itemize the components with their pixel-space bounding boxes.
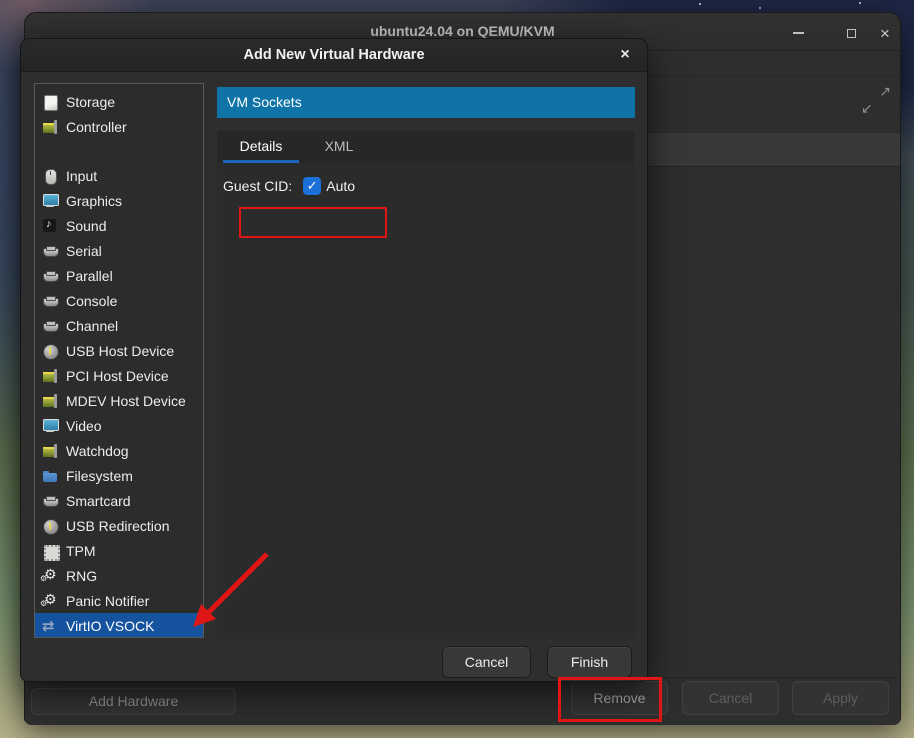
auto-checkbox[interactable]: ✓ <box>303 177 321 195</box>
sidebar-item-filesystem[interactable]: Filesystem <box>35 463 203 488</box>
dialog-title: Add New Virtual Hardware <box>21 47 647 63</box>
pci-card-icon <box>42 119 58 135</box>
dialog-titlebar[interactable]: Add New Virtual Hardware × <box>21 39 647 72</box>
folder-icon <box>42 468 58 484</box>
detail-tabs: Details XML <box>217 131 635 163</box>
sidebar-item-watchdog[interactable]: Watchdog <box>35 438 203 463</box>
gear-icon <box>42 593 58 609</box>
sidebar-item-sound[interactable]: Sound <box>35 213 203 238</box>
sidebar-item-video[interactable]: Video <box>35 413 203 438</box>
pci-card-icon <box>42 443 58 459</box>
sidebar-item-serial[interactable]: Serial <box>35 238 203 263</box>
usb-icon <box>42 343 58 359</box>
expand-sw-icon: ↙ <box>861 100 873 117</box>
fullscreen-toggle-button[interactable]: ↗ ↙ <box>861 85 891 115</box>
sound-card-icon <box>42 218 58 234</box>
maximize-icon <box>847 29 856 38</box>
sidebar-spacer <box>35 139 203 163</box>
minimize-icon <box>793 32 804 34</box>
sidebar-item-parallel[interactable]: Parallel <box>35 263 203 288</box>
monitor-icon <box>42 193 58 209</box>
sidebar-item-controller[interactable]: Controller <box>35 114 203 139</box>
add-hardware-button[interactable]: Add Hardware <box>31 688 236 715</box>
mouse-icon <box>42 168 58 184</box>
sidebar-item-graphics[interactable]: Graphics <box>35 188 203 213</box>
add-hardware-dialog: Add New Virtual Hardware × Storage Contr… <box>20 38 648 682</box>
tab-details[interactable]: Details <box>223 131 299 163</box>
sidebar-item-pci-host-device[interactable]: PCI Host Device <box>35 363 203 388</box>
chip-icon <box>42 543 58 559</box>
gear-icon <box>42 568 58 584</box>
serial-port-icon <box>42 293 58 309</box>
sidebar-item-tpm[interactable]: TPM <box>35 538 203 563</box>
page-title: VM Sockets <box>217 87 635 118</box>
guest-cid-label: Guest CID: <box>223 178 292 194</box>
serial-port-icon <box>42 318 58 334</box>
window-cancel-button[interactable]: Cancel <box>682 681 779 715</box>
pci-card-icon <box>42 393 58 409</box>
sidebar-item-usb-redirection[interactable]: USB Redirection <box>35 513 203 538</box>
dialog-close-button[interactable]: × <box>615 45 635 65</box>
storage-drive-icon <box>42 94 58 110</box>
expand-ne-icon: ↗ <box>879 83 891 100</box>
sidebar-item-storage[interactable]: Storage <box>35 89 203 114</box>
remove-button[interactable]: Remove <box>571 681 668 715</box>
sidebar-item-usb-host-device[interactable]: USB Host Device <box>35 338 203 363</box>
sidebar-item-rng[interactable]: RNG <box>35 563 203 588</box>
hardware-type-list: Storage Controller Input Graphics Sound … <box>34 83 204 638</box>
finish-button[interactable]: Finish <box>547 646 632 678</box>
close-icon: × <box>880 25 890 42</box>
maximize-button[interactable] <box>842 24 860 42</box>
pci-card-icon <box>42 368 58 384</box>
sidebar-item-panic-notifier[interactable]: Panic Notifier <box>35 588 203 613</box>
close-window-button[interactable]: × <box>876 24 894 42</box>
window-title: ubuntu24.04 on QEMU/KVM <box>25 23 900 39</box>
card-reader-icon <box>42 493 58 509</box>
tab-xml[interactable]: XML <box>307 131 371 163</box>
minimize-button[interactable] <box>789 24 807 42</box>
serial-port-icon <box>42 268 58 284</box>
details-panel <box>217 163 635 639</box>
sidebar-item-channel[interactable]: Channel <box>35 313 203 338</box>
sidebar-item-input[interactable]: Input <box>35 163 203 188</box>
auto-label: Auto <box>326 178 355 194</box>
guest-cid-row: Guest CID: ✓ Auto <box>223 174 355 198</box>
serial-port-icon <box>42 243 58 259</box>
usb-icon <box>42 518 58 534</box>
apply-button[interactable]: Apply <box>792 681 889 715</box>
vsock-arrows-icon <box>42 618 58 634</box>
sidebar-item-console[interactable]: Console <box>35 288 203 313</box>
monitor-icon <box>42 418 58 434</box>
sidebar-item-smartcard[interactable]: Smartcard <box>35 488 203 513</box>
sidebar-item-mdev-host-device[interactable]: MDEV Host Device <box>35 388 203 413</box>
sidebar-item-virtio-vsock[interactable]: VirtIO VSOCK <box>35 613 203 638</box>
cancel-button[interactable]: Cancel <box>442 646 531 678</box>
